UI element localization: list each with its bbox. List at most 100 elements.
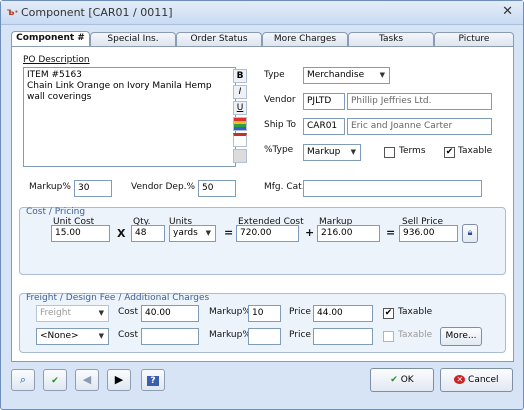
freight-title: Freight / Design Fee / Additional Charge…: [26, 293, 210, 303]
type-select[interactable]: Merchandise ▼: [303, 67, 390, 84]
spellcheck-icon: ✔: [51, 376, 59, 386]
lock-button[interactable]: 🔒︎: [462, 224, 478, 243]
ship-to-code-field[interactable]: CAR01: [303, 118, 345, 135]
pct-type-value: Markup: [307, 147, 341, 157]
app-icon: ъ·: [7, 7, 19, 18]
more-button[interactable]: More...: [440, 327, 482, 346]
taxable-label: Taxable: [458, 146, 493, 156]
title-bar: ъ· Component [CAR01 / 0011] ✕: [1, 1, 523, 25]
ok-icon: ✔: [390, 375, 398, 385]
unit-cost-field[interactable]: 15.00: [51, 225, 110, 242]
chevron-down-icon: ▼: [379, 71, 385, 79]
calendar-icon[interactable]: [233, 133, 247, 147]
charge-markup-label: Markup%: [209, 330, 251, 340]
type-label: Type: [264, 70, 285, 80]
multiply-sign: X: [117, 227, 126, 240]
tab-panel: PO Description ITEM #5163 Chain Link Ora…: [11, 46, 514, 362]
markup-pct-label: Markup%: [29, 182, 71, 192]
vendor-label: Vendor: [264, 95, 296, 105]
bold-button[interactable]: B: [233, 69, 247, 83]
freight-price-field[interactable]: 44.00: [313, 305, 373, 322]
chevron-down-icon: ▼: [98, 332, 104, 340]
charge-cost-field[interactable]: [141, 328, 199, 345]
spellcheck-button[interactable]: ✔: [43, 369, 67, 391]
ship-to-name-field: Eric and Joanne Carter: [347, 118, 492, 135]
vendor-dep-label: Vendor Dep.%: [131, 182, 196, 192]
component-window: ъ· Component [CAR01 / 0011] ✕ Component …: [0, 0, 524, 410]
chevron-down-icon: ▼: [98, 309, 104, 317]
markup-amount-field[interactable]: 216.00: [317, 225, 380, 242]
charge-cost-label: Cost: [118, 330, 139, 340]
charge-taxable-checkbox: [383, 331, 394, 342]
terms-label: Terms: [399, 146, 426, 156]
type-value: Merchandise: [307, 70, 365, 80]
chevron-down-icon: ▼: [205, 229, 211, 237]
next-button[interactable]: ▶: [107, 369, 131, 391]
charge-price-label: Price: [289, 330, 311, 340]
window-title: Component [CAR01 / 0011]: [21, 6, 173, 19]
help-button[interactable]: ?: [141, 369, 165, 391]
freight-markup-field[interactable]: 10: [248, 305, 281, 322]
po-description-label: PO Description: [23, 55, 90, 65]
help-icon: ?: [147, 376, 159, 386]
previous-button[interactable]: ◀: [75, 369, 99, 391]
tab-special-ins[interactable]: Special Ins.: [90, 32, 176, 46]
cancel-icon: ✕: [454, 375, 466, 384]
italic-button[interactable]: I: [233, 85, 247, 99]
lock-icon: 🔒︎: [467, 228, 473, 238]
pct-type-select[interactable]: Markup ▼: [303, 144, 361, 161]
color-palette-icon[interactable]: [233, 117, 247, 131]
po-description-field[interactable]: ITEM #5163 Chain Link Orange on Ivory Ma…: [23, 67, 236, 167]
equals-sign: =: [386, 226, 396, 239]
freight-markup-label: Markup%: [209, 307, 251, 317]
tab-tasks[interactable]: Tasks: [348, 32, 434, 46]
units-select[interactable]: yards ▼: [169, 225, 216, 242]
mfg-cat-field[interactable]: [303, 180, 482, 197]
search-icon: ⌕: [19, 373, 27, 386]
mfg-cat-label: Mfg. Cat.: [264, 182, 305, 192]
ok-label: OK: [400, 375, 414, 385]
qty-field[interactable]: 48: [131, 225, 165, 242]
vendor-code-field[interactable]: PJLTD: [303, 93, 345, 110]
pct-type-label: %Type: [264, 145, 294, 155]
vendor-dep-field[interactable]: 50: [198, 180, 236, 197]
tab-component[interactable]: Component # 001: [11, 31, 90, 56]
freight-type-select: Freight ▼: [36, 305, 109, 322]
tab-order-status[interactable]: Order Status: [176, 32, 262, 46]
charge-type-select[interactable]: <None> ▼: [36, 328, 109, 345]
freight-group: Freight / Design Fee / Additional Charge…: [19, 293, 506, 353]
vendor-name-field: Phillip Jeffries Ltd.: [347, 93, 492, 110]
cost-pricing-group: Cost / Pricing Unit Cost 15.00 X Qty. 48…: [19, 207, 506, 275]
close-icon[interactable]: ✕: [502, 4, 513, 19]
charge-taxable-label: Taxable: [398, 330, 433, 340]
cancel-button[interactable]: ✕ Cancel: [440, 368, 513, 392]
freight-cost-label: Cost: [118, 307, 139, 317]
sell-price-field[interactable]: 936.00: [399, 225, 458, 242]
freight-type-value: Freight: [40, 308, 72, 318]
ship-to-label: Ship To: [264, 120, 296, 130]
chevron-right-icon: ▶: [114, 373, 124, 386]
tab-picture[interactable]: Picture: [434, 32, 514, 46]
taxable-checkbox[interactable]: ✔: [444, 147, 455, 158]
freight-taxable-label: Taxable: [398, 307, 433, 317]
freight-price-label: Price: [289, 307, 311, 317]
underline-button[interactable]: U: [233, 101, 247, 115]
printer-icon[interactable]: [233, 149, 247, 163]
equals-sign: =: [224, 226, 234, 239]
terms-checkbox[interactable]: [384, 147, 395, 158]
chevron-left-icon: ◀: [82, 373, 92, 386]
cost-pricing-title: Cost / Pricing: [26, 207, 86, 217]
chevron-down-icon: ▼: [350, 148, 356, 156]
plus-sign: +: [305, 226, 315, 239]
freight-cost-field[interactable]: 40.00: [141, 305, 199, 322]
markup-pct-field[interactable]: 30: [74, 180, 112, 197]
charge-markup-field[interactable]: [248, 328, 281, 345]
cancel-label: Cancel: [468, 375, 499, 385]
search-button[interactable]: ⌕: [11, 369, 35, 391]
units-value: yards: [173, 228, 198, 238]
charge-price-field[interactable]: [313, 328, 373, 345]
tab-more-charges[interactable]: More Charges: [262, 32, 348, 46]
freight-taxable-checkbox[interactable]: ✔: [383, 308, 394, 319]
ok-button[interactable]: ✔ OK: [370, 368, 434, 392]
extended-cost-field[interactable]: 720.00: [236, 225, 299, 242]
